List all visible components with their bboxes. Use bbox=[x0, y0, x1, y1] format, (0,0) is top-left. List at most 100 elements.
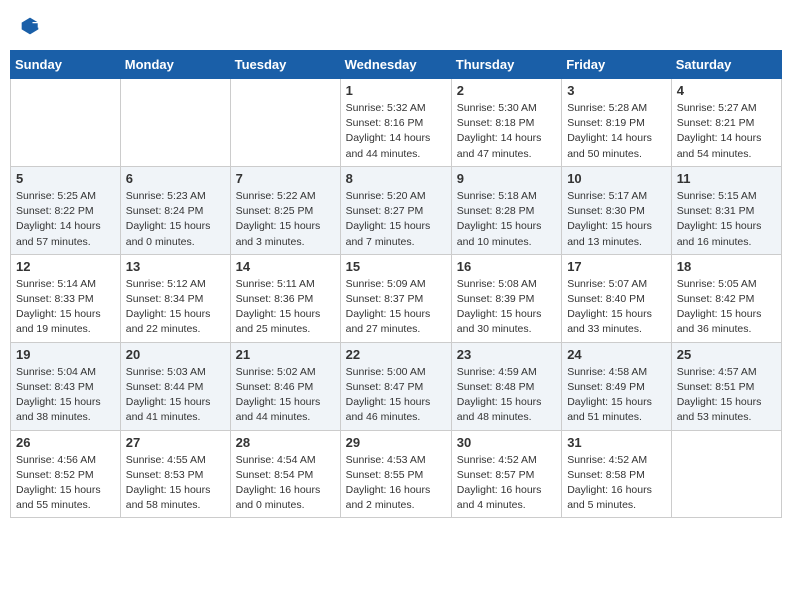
weekday-header-friday: Friday bbox=[562, 51, 672, 79]
day-number: 9 bbox=[457, 171, 556, 186]
header bbox=[10, 10, 782, 42]
day-info: Sunrise: 5:20 AMSunset: 8:27 PMDaylight:… bbox=[346, 189, 446, 250]
calendar-cell: 1 Sunrise: 5:32 AMSunset: 8:16 PMDaylight… bbox=[340, 79, 451, 167]
day-info: Sunrise: 4:52 AMSunset: 8:57 PMDaylight:… bbox=[457, 453, 556, 514]
day-number: 8 bbox=[346, 171, 446, 186]
day-number: 6 bbox=[126, 171, 225, 186]
page-container: SundayMondayTuesdayWednesdayThursdayFrid… bbox=[10, 10, 782, 518]
calendar-cell: 3 Sunrise: 5:28 AMSunset: 8:19 PMDaylight… bbox=[562, 79, 672, 167]
day-info: Sunrise: 5:09 AMSunset: 8:37 PMDaylight:… bbox=[346, 277, 446, 338]
day-info: Sunrise: 5:28 AMSunset: 8:19 PMDaylight:… bbox=[567, 101, 666, 162]
weekday-header-wednesday: Wednesday bbox=[340, 51, 451, 79]
weekday-header-tuesday: Tuesday bbox=[230, 51, 340, 79]
day-number: 25 bbox=[677, 347, 776, 362]
calendar-cell: 6 Sunrise: 5:23 AMSunset: 8:24 PMDaylight… bbox=[120, 166, 230, 254]
calendar-cell bbox=[230, 79, 340, 167]
day-info: Sunrise: 5:18 AMSunset: 8:28 PMDaylight:… bbox=[457, 189, 556, 250]
day-number: 20 bbox=[126, 347, 225, 362]
calendar-cell: 31Sunrise: 4:52 AMSunset: 8:58 PMDayligh… bbox=[562, 430, 672, 518]
day-info: Sunrise: 5:30 AMSunset: 8:18 PMDaylight:… bbox=[457, 101, 556, 162]
calendar-cell: 2 Sunrise: 5:30 AMSunset: 8:18 PMDaylight… bbox=[451, 79, 561, 167]
day-number: 27 bbox=[126, 435, 225, 450]
day-number: 30 bbox=[457, 435, 556, 450]
day-info: Sunrise: 4:55 AMSunset: 8:53 PMDaylight:… bbox=[126, 453, 225, 514]
day-info: Sunrise: 5:25 AMSunset: 8:22 PMDaylight:… bbox=[16, 189, 115, 250]
day-info: Sunrise: 5:14 AMSunset: 8:33 PMDaylight:… bbox=[16, 277, 115, 338]
day-info: Sunrise: 5:11 AMSunset: 8:36 PMDaylight:… bbox=[236, 277, 335, 338]
day-number: 3 bbox=[567, 83, 666, 98]
day-info: Sunrise: 5:03 AMSunset: 8:44 PMDaylight:… bbox=[126, 365, 225, 426]
day-info: Sunrise: 4:54 AMSunset: 8:54 PMDaylight:… bbox=[236, 453, 335, 514]
calendar-cell: 27 Sunrise: 4:55 AMSunset: 8:53 PMDayligh… bbox=[120, 430, 230, 518]
week-row-1: 1 Sunrise: 5:32 AMSunset: 8:16 PMDaylight… bbox=[11, 79, 782, 167]
calendar-cell: 12Sunrise: 5:14 AMSunset: 8:33 PMDayligh… bbox=[11, 254, 121, 342]
day-number: 14 bbox=[236, 259, 335, 274]
weekday-header-saturday: Saturday bbox=[671, 51, 781, 79]
day-info: Sunrise: 5:23 AMSunset: 8:24 PMDaylight:… bbox=[126, 189, 225, 250]
day-info: Sunrise: 5:00 AMSunset: 8:47 PMDaylight:… bbox=[346, 365, 446, 426]
day-number: 17 bbox=[567, 259, 666, 274]
day-number: 22 bbox=[346, 347, 446, 362]
day-info: Sunrise: 4:53 AMSunset: 8:55 PMDaylight:… bbox=[346, 453, 446, 514]
calendar-cell bbox=[671, 430, 781, 518]
calendar-cell: 11Sunrise: 5:15 AMSunset: 8:31 PMDayligh… bbox=[671, 166, 781, 254]
weekday-header-monday: Monday bbox=[120, 51, 230, 79]
day-info: Sunrise: 5:07 AMSunset: 8:40 PMDaylight:… bbox=[567, 277, 666, 338]
day-number: 29 bbox=[346, 435, 446, 450]
day-info: Sunrise: 5:05 AMSunset: 8:42 PMDaylight:… bbox=[677, 277, 776, 338]
day-number: 10 bbox=[567, 171, 666, 186]
calendar-cell: 9 Sunrise: 5:18 AMSunset: 8:28 PMDaylight… bbox=[451, 166, 561, 254]
week-row-2: 5Sunrise: 5:25 AMSunset: 8:22 PMDaylight… bbox=[11, 166, 782, 254]
day-number: 21 bbox=[236, 347, 335, 362]
day-info: Sunrise: 5:12 AMSunset: 8:34 PMDaylight:… bbox=[126, 277, 225, 338]
day-number: 13 bbox=[126, 259, 225, 274]
calendar-cell: 10 Sunrise: 5:17 AMSunset: 8:30 PMDayligh… bbox=[562, 166, 672, 254]
calendar-cell: 30 Sunrise: 4:52 AMSunset: 8:57 PMDayligh… bbox=[451, 430, 561, 518]
calendar-cell: 22 Sunrise: 5:00 AMSunset: 8:47 PMDayligh… bbox=[340, 342, 451, 430]
calendar-cell: 15Sunrise: 5:09 AMSunset: 8:37 PMDayligh… bbox=[340, 254, 451, 342]
calendar-cell: 23 Sunrise: 4:59 AMSunset: 8:48 PMDayligh… bbox=[451, 342, 561, 430]
calendar-cell: 28 Sunrise: 4:54 AMSunset: 8:54 PMDayligh… bbox=[230, 430, 340, 518]
day-number: 16 bbox=[457, 259, 556, 274]
day-info: Sunrise: 5:02 AMSunset: 8:46 PMDaylight:… bbox=[236, 365, 335, 426]
day-info: Sunrise: 5:04 AMSunset: 8:43 PMDaylight:… bbox=[16, 365, 115, 426]
day-number: 23 bbox=[457, 347, 556, 362]
calendar-cell: 20 Sunrise: 5:03 AMSunset: 8:44 PMDayligh… bbox=[120, 342, 230, 430]
day-number: 2 bbox=[457, 83, 556, 98]
week-row-4: 19 Sunrise: 5:04 AMSunset: 8:43 PMDayligh… bbox=[11, 342, 782, 430]
week-row-3: 12Sunrise: 5:14 AMSunset: 8:33 PMDayligh… bbox=[11, 254, 782, 342]
calendar-cell: 25 Sunrise: 4:57 AMSunset: 8:51 PMDayligh… bbox=[671, 342, 781, 430]
calendar-cell: 26 Sunrise: 4:56 AMSunset: 8:52 PMDayligh… bbox=[11, 430, 121, 518]
day-number: 26 bbox=[16, 435, 115, 450]
calendar-cell: 29 Sunrise: 4:53 AMSunset: 8:55 PMDayligh… bbox=[340, 430, 451, 518]
calendar-cell bbox=[120, 79, 230, 167]
weekday-header-sunday: Sunday bbox=[11, 51, 121, 79]
day-info: Sunrise: 5:08 AMSunset: 8:39 PMDaylight:… bbox=[457, 277, 556, 338]
day-info: Sunrise: 5:15 AMSunset: 8:31 PMDaylight:… bbox=[677, 189, 776, 250]
day-info: Sunrise: 5:17 AMSunset: 8:30 PMDaylight:… bbox=[567, 189, 666, 250]
day-info: Sunrise: 5:32 AMSunset: 8:16 PMDaylight:… bbox=[346, 101, 446, 162]
day-info: Sunrise: 4:52 AMSunset: 8:58 PMDaylight:… bbox=[567, 453, 666, 514]
day-info: Sunrise: 4:56 AMSunset: 8:52 PMDaylight:… bbox=[16, 453, 115, 514]
calendar-cell: 18 Sunrise: 5:05 AMSunset: 8:42 PMDayligh… bbox=[671, 254, 781, 342]
weekday-header-row: SundayMondayTuesdayWednesdayThursdayFrid… bbox=[11, 51, 782, 79]
calendar-cell: 24Sunrise: 4:58 AMSunset: 8:49 PMDayligh… bbox=[562, 342, 672, 430]
calendar-cell: 16 Sunrise: 5:08 AMSunset: 8:39 PMDayligh… bbox=[451, 254, 561, 342]
day-number: 28 bbox=[236, 435, 335, 450]
day-number: 4 bbox=[677, 83, 776, 98]
calendar-cell: 7Sunrise: 5:22 AMSunset: 8:25 PMDaylight… bbox=[230, 166, 340, 254]
day-info: Sunrise: 4:57 AMSunset: 8:51 PMDaylight:… bbox=[677, 365, 776, 426]
calendar-table: SundayMondayTuesdayWednesdayThursdayFrid… bbox=[10, 50, 782, 518]
calendar-cell: 17 Sunrise: 5:07 AMSunset: 8:40 PMDayligh… bbox=[562, 254, 672, 342]
day-number: 19 bbox=[16, 347, 115, 362]
calendar-cell: 5Sunrise: 5:25 AMSunset: 8:22 PMDaylight… bbox=[11, 166, 121, 254]
calendar-cell bbox=[11, 79, 121, 167]
week-row-5: 26 Sunrise: 4:56 AMSunset: 8:52 PMDayligh… bbox=[11, 430, 782, 518]
day-info: Sunrise: 4:59 AMSunset: 8:48 PMDaylight:… bbox=[457, 365, 556, 426]
logo bbox=[18, 16, 40, 36]
calendar-cell: 19 Sunrise: 5:04 AMSunset: 8:43 PMDayligh… bbox=[11, 342, 121, 430]
day-number: 1 bbox=[346, 83, 446, 98]
day-info: Sunrise: 4:58 AMSunset: 8:49 PMDaylight:… bbox=[567, 365, 666, 426]
day-number: 7 bbox=[236, 171, 335, 186]
day-number: 18 bbox=[677, 259, 776, 274]
